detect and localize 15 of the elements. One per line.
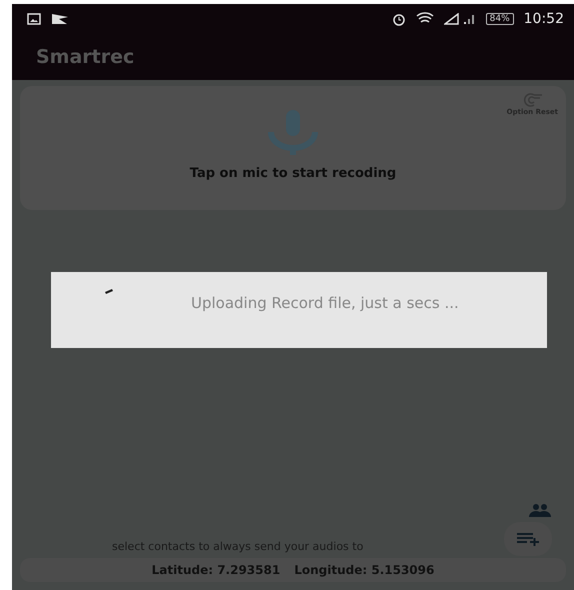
gallery-icon bbox=[27, 13, 41, 25]
longitude-text: Longitude: 5.153096 bbox=[294, 563, 434, 577]
add-playlist-button[interactable] bbox=[504, 522, 552, 556]
battery-indicator: 84% bbox=[486, 13, 514, 25]
alarm-icon bbox=[392, 12, 406, 26]
record-prompt: Tap on mic to start recoding bbox=[190, 166, 396, 181]
latitude-text: Latitude: 7.293581 bbox=[152, 563, 280, 577]
playlist-add-icon bbox=[516, 532, 540, 546]
app-title: Smartrec bbox=[36, 46, 134, 68]
flag-icon bbox=[51, 13, 69, 25]
signal-icon bbox=[444, 13, 476, 25]
contacts-icon[interactable] bbox=[528, 503, 552, 517]
clock-time: 10:52 bbox=[524, 11, 564, 27]
upload-message: Uploading Record file, just a secs ... bbox=[191, 294, 460, 312]
spinner-icon bbox=[105, 288, 113, 294]
